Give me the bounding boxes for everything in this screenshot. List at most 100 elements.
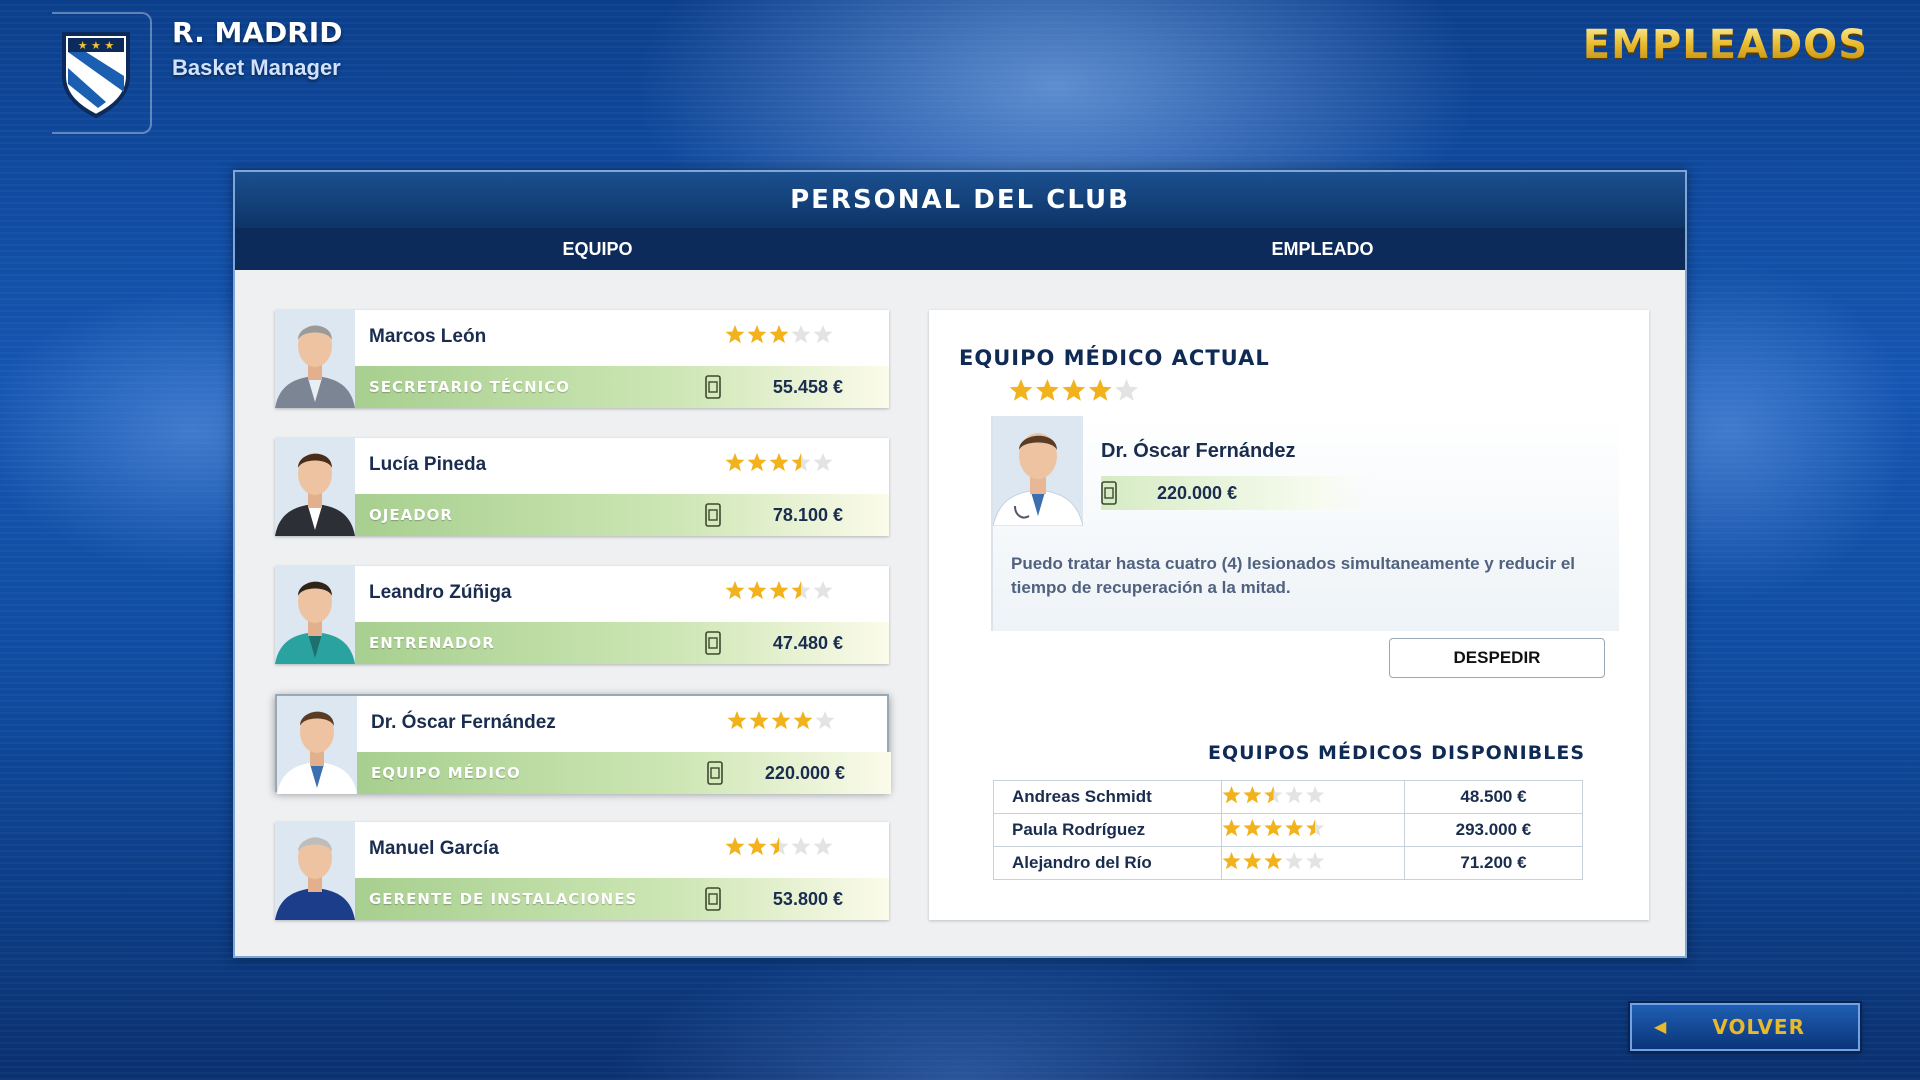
employee-detail: EQUIPO MÉDICO ACTUAL Dr. Óscar Fernández bbox=[929, 310, 1649, 920]
panel-title: PERSONAL DEL CLUB bbox=[790, 185, 1130, 215]
star-icon bbox=[747, 325, 767, 344]
fire-button[interactable]: DESPEDIR bbox=[1389, 638, 1605, 678]
money-icon bbox=[705, 503, 721, 532]
staff-role: OJEADOR bbox=[369, 506, 453, 524]
star-icon bbox=[793, 711, 813, 730]
star-icon bbox=[1306, 819, 1325, 837]
star-icon bbox=[1222, 819, 1241, 837]
staff-rating bbox=[727, 710, 835, 735]
portrait-icon bbox=[277, 696, 357, 794]
star-icon bbox=[791, 453, 811, 472]
doctor-portrait-icon bbox=[993, 416, 1083, 526]
star-icon bbox=[725, 453, 745, 472]
star-icon bbox=[747, 453, 767, 472]
tab-empleado[interactable]: EMPLEADO bbox=[960, 228, 1685, 270]
star-icon bbox=[1222, 852, 1241, 870]
shield-icon: ★ ★ ★ bbox=[62, 32, 130, 118]
money-icon bbox=[707, 761, 723, 790]
staff-card[interactable]: Manuel García GERENTE DE INSTALACIONES 53.… bbox=[275, 822, 889, 920]
star-icon bbox=[1285, 786, 1304, 804]
staff-card[interactable]: Marcos León SECRETARIO TÉCNICO 55.458 € bbox=[275, 310, 889, 408]
staff-rating bbox=[725, 836, 833, 861]
available-name: Alejandro del Río bbox=[992, 846, 1223, 880]
staff-salary: 220.000 € bbox=[764, 763, 845, 783]
money-icon bbox=[1101, 481, 1117, 510]
star-icon bbox=[771, 711, 791, 730]
avatar bbox=[993, 416, 1083, 526]
available-salary: 293.000 € bbox=[1403, 813, 1584, 847]
back-label: VOLVER bbox=[1712, 1015, 1805, 1039]
avatar bbox=[275, 566, 355, 664]
staff-salary: 55.458 € bbox=[772, 377, 843, 397]
back-button[interactable]: ◀ VOLVER bbox=[1630, 1003, 1860, 1051]
staff-name: Lucía Pineda bbox=[369, 454, 487, 475]
employee-description: Puedo tratar hasta cuatro (4) lesionados… bbox=[1011, 554, 1576, 597]
staff-role: ENTRENADOR bbox=[369, 634, 495, 652]
back-arrow-icon: ◀ bbox=[1654, 1019, 1667, 1036]
star-icon bbox=[1062, 379, 1086, 401]
screen-title: EMPLEADOS bbox=[1582, 22, 1868, 68]
available-rating bbox=[1221, 813, 1405, 847]
staff-salary: 78.100 € bbox=[772, 505, 843, 525]
star-icon bbox=[813, 837, 833, 856]
staff-role: EQUIPO MÉDICO bbox=[371, 764, 521, 782]
staff-role: SECRETARIO TÉCNICO bbox=[369, 378, 571, 396]
available-row[interactable]: Alejandro del Río 71.200 € bbox=[992, 846, 1584, 880]
star-icon bbox=[747, 581, 767, 600]
money-icon bbox=[705, 887, 721, 916]
star-icon bbox=[813, 325, 833, 344]
role-bar: EQUIPO MÉDICO 220.000 € bbox=[357, 752, 891, 794]
star-icon bbox=[791, 581, 811, 600]
available-row[interactable]: Andreas Schmidt 48.500 € bbox=[992, 780, 1584, 814]
current-salary: 220.000 € bbox=[1157, 483, 1238, 503]
staff-name: Manuel García bbox=[369, 838, 499, 859]
staff-card[interactable]: Lucía Pineda OJEADOR 78.100 € bbox=[275, 438, 889, 536]
star-icon bbox=[791, 325, 811, 344]
staff-name: Marcos León bbox=[369, 326, 487, 347]
role-bar: GERENTE DE INSTALACIONES 53.800 € bbox=[355, 878, 889, 920]
tab-equipo[interactable]: EQUIPO bbox=[235, 228, 960, 270]
portrait-icon bbox=[275, 566, 355, 664]
star-icon bbox=[1088, 379, 1112, 401]
star-icon bbox=[769, 837, 789, 856]
available-name: Paula Rodríguez bbox=[992, 813, 1223, 847]
money-icon bbox=[705, 375, 721, 404]
available-salary: 71.200 € bbox=[1403, 846, 1584, 880]
current-employee-card: Dr. Óscar Fernández 220.000 € Puedo trat… bbox=[991, 416, 1619, 631]
portrait-icon bbox=[275, 438, 355, 536]
star-icon bbox=[749, 711, 769, 730]
star-icon bbox=[815, 711, 835, 730]
star-icon bbox=[1243, 852, 1262, 870]
star-icon bbox=[727, 711, 747, 730]
star-icon bbox=[725, 581, 745, 600]
staff-panel: PERSONAL DEL CLUB EQUIPO EMPLEADO Marcos… bbox=[233, 170, 1687, 958]
staff-role: GERENTE DE INSTALACIONES bbox=[369, 890, 638, 908]
star-icon bbox=[791, 837, 811, 856]
role-bar: ENTRENADOR 47.480 € bbox=[355, 622, 889, 664]
star-icon bbox=[813, 581, 833, 600]
staff-rating bbox=[725, 324, 833, 349]
star-icon bbox=[1264, 852, 1283, 870]
avatar bbox=[275, 310, 355, 408]
available-row[interactable]: Paula Rodríguez 293.000 € bbox=[992, 813, 1584, 847]
star-icon bbox=[1264, 786, 1283, 804]
current-salary-bar: 220.000 € bbox=[1101, 476, 1371, 510]
star-icon bbox=[1222, 786, 1241, 804]
staff-name: Leandro Zúñiga bbox=[369, 582, 512, 603]
staff-salary: 53.800 € bbox=[772, 889, 843, 909]
available-salary: 48.500 € bbox=[1403, 780, 1584, 814]
staff-card[interactable]: Leandro Zúñiga ENTRENADOR 47.480 € bbox=[275, 566, 889, 664]
staff-name: Dr. Óscar Fernández bbox=[371, 712, 556, 733]
staff-card[interactable]: Dr. Óscar Fernández EQUIPO MÉDICO 220.000 … bbox=[275, 694, 891, 794]
star-icon bbox=[1115, 379, 1138, 401]
portrait-icon bbox=[275, 310, 355, 408]
available-name: Andreas Schmidt bbox=[992, 780, 1223, 814]
portrait-icon bbox=[275, 822, 355, 920]
star-icon bbox=[725, 837, 745, 856]
star-icon bbox=[1306, 852, 1325, 870]
detail-rating bbox=[1009, 378, 1139, 407]
money-icon bbox=[705, 631, 721, 660]
staff-rating bbox=[725, 452, 833, 477]
star-icon bbox=[1035, 379, 1059, 401]
avatar bbox=[277, 696, 357, 794]
